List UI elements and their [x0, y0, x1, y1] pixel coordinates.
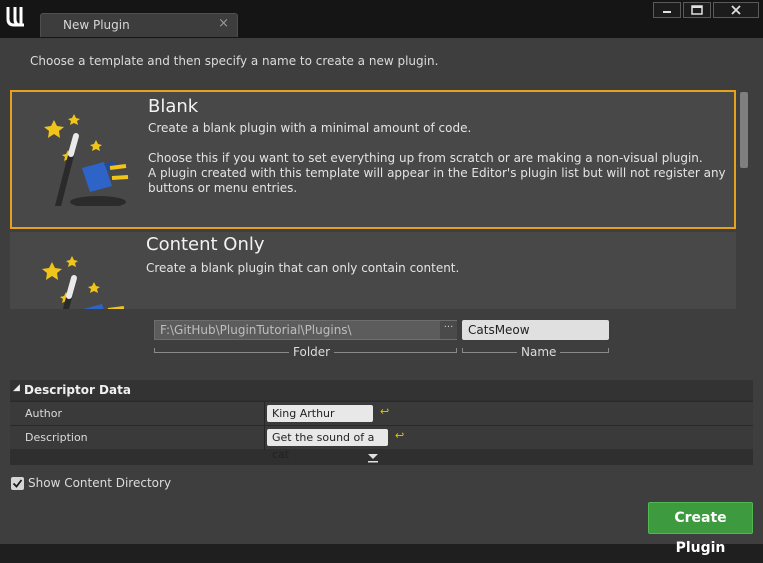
template-description-line: Create a blank plugin that can only cont… [146, 261, 460, 275]
minimize-icon [663, 11, 671, 13]
author-input[interactable]: King Arthur [267, 405, 373, 422]
folder-path-input[interactable]: F:\GitHub\PluginTutorial\Plugins\ [154, 320, 457, 340]
tab-new-plugin[interactable]: New Plugin × [40, 13, 238, 37]
show-content-directory-checkbox[interactable] [11, 476, 24, 490]
name-label: Name [517, 345, 561, 359]
window-controls [653, 2, 759, 18]
magic-wand-plug-icon [42, 256, 125, 309]
close-icon [731, 5, 741, 15]
template-description-line: Choose this if you want to set everythin… [148, 151, 726, 195]
template-content-only[interactable]: Content Only Create a blank plugin that … [10, 232, 736, 309]
descriptor-key: Author [25, 407, 63, 420]
descriptor-title: Descriptor Data [24, 383, 131, 397]
template-blank[interactable]: Blank Create a blank plugin with a minim… [10, 90, 736, 229]
maximize-icon [691, 5, 703, 15]
show-content-directory-label: Show Content Directory [28, 476, 172, 490]
minimize-button[interactable] [653, 2, 681, 18]
descriptor-key: Description [25, 431, 88, 444]
browse-folder-button[interactable]: ··· [440, 321, 457, 339]
intro-text: Choose a template and then specify a nam… [30, 54, 439, 68]
collapse-arrow-icon[interactable]: ◢ [13, 383, 20, 393]
template-title: Blank [148, 96, 199, 117]
reset-to-default-icon[interactable]: ↩ [380, 405, 389, 418]
magic-wand-plug-icon [44, 114, 129, 206]
descriptor-row-author: Author King Arthur ↩ [10, 401, 753, 426]
tab-title: New Plugin [63, 18, 130, 32]
template-title: Content Only [146, 234, 265, 255]
template-list-scrollbar[interactable] [740, 92, 748, 168]
unreal-logo-icon [6, 7, 24, 27]
descriptor-panel: ◢ Descriptor Data Author King Arthur ↩ D… [10, 380, 753, 465]
template-description: Create a blank plugin with a minimal amo… [148, 121, 730, 196]
show-content-directory-option[interactable]: Show Content Directory [11, 476, 171, 490]
template-description: Create a blank plugin that can only cont… [146, 261, 728, 276]
dialog-content: Choose a template and then specify a nam… [0, 38, 763, 556]
reset-to-default-icon[interactable]: ↩ [395, 429, 404, 442]
close-button[interactable] [713, 2, 759, 18]
maximize-button[interactable] [683, 2, 711, 18]
create-plugin-button[interactable]: Create Plugin [648, 502, 753, 556]
expand-down-icon[interactable] [367, 453, 379, 463]
column-divider[interactable] [264, 402, 265, 426]
title-bar: New Plugin × [0, 0, 763, 38]
tab-close-icon[interactable]: × [218, 16, 229, 31]
template-description-line: Create a blank plugin with a minimal amo… [148, 121, 472, 135]
descriptor-row-description: Description Get the sound of a cat ↩ [10, 425, 753, 461]
plugin-name-input[interactable]: CatsMeow [462, 320, 609, 340]
template-list[interactable]: Blank Create a blank plugin with a minim… [10, 90, 738, 309]
descriptor-header[interactable]: ◢ Descriptor Data [10, 380, 753, 400]
folder-label: Folder [289, 345, 335, 359]
column-divider[interactable] [264, 426, 265, 450]
description-input[interactable]: Get the sound of a cat [267, 429, 388, 461]
checkmark-icon [12, 478, 23, 488]
